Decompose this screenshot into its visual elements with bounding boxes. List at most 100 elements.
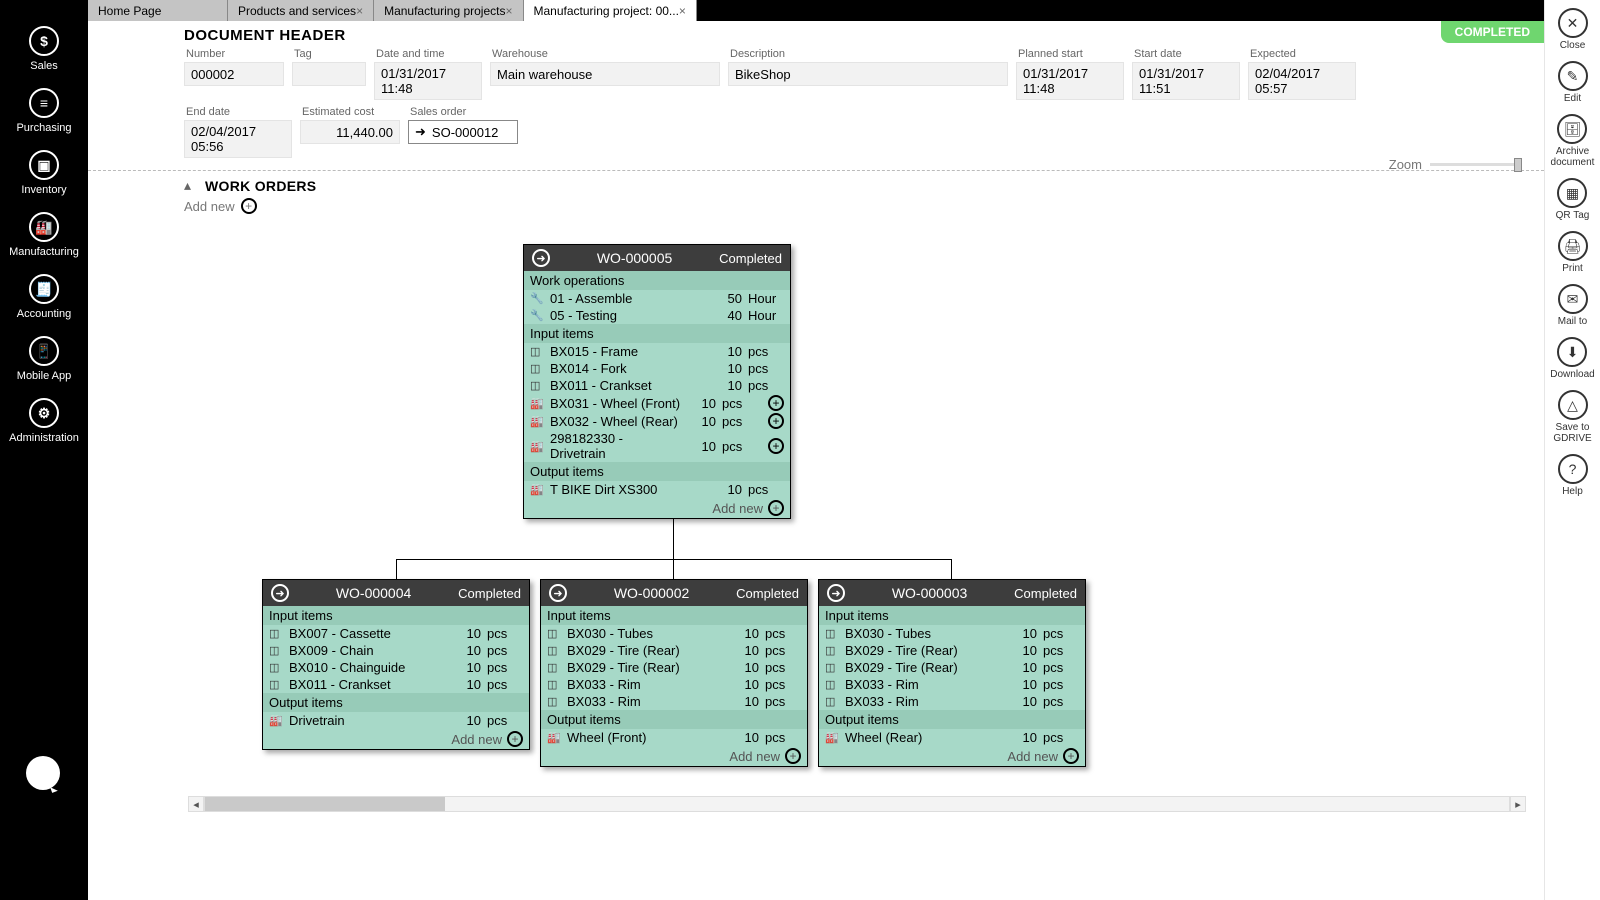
qr-button[interactable]: ▦QR Tag — [1556, 178, 1590, 221]
sidebar-item-purchasing[interactable]: ≡Purchasing — [0, 82, 88, 144]
wo-item-row[interactable]: ◫ BX011 - Crankset 10 pcs — [263, 676, 529, 693]
scroll-thumb[interactable] — [205, 797, 445, 811]
item-type-icon: ◫ — [825, 627, 839, 640]
wo-item-row[interactable]: ◫ BX015 - Frame 10 pcs — [524, 343, 790, 360]
edit-button[interactable]: ✎Edit — [1558, 61, 1588, 104]
close-button[interactable]: ✕Close — [1558, 8, 1588, 51]
mailto-button[interactable]: ✉Mail to — [1558, 284, 1588, 327]
add-new-output[interactable]: Add new+ — [819, 746, 1085, 766]
wo-item-row[interactable]: 🏭 Wheel (Rear) 10 pcs — [819, 729, 1085, 746]
wo-item-row[interactable]: 🔧 05 - Testing 40 Hour — [524, 307, 790, 324]
wo-out-header: Output items — [541, 710, 807, 729]
wo-item-row[interactable]: ◫ BX030 - Tubes 10 pcs — [819, 625, 1085, 642]
description-field[interactable]: BikeShop — [728, 62, 1008, 86]
arrow-right-icon[interactable]: ➜ — [549, 584, 567, 602]
chat-icon[interactable] — [26, 756, 60, 790]
tag-field[interactable] — [292, 62, 366, 86]
item-name: BX030 - Tubes — [845, 626, 1003, 641]
wo-item-row[interactable]: ◫ BX011 - Crankset 10 pcs — [524, 377, 790, 394]
tab-mfg-project-detail[interactable]: Manufacturing project: 00...× — [524, 0, 697, 21]
plus-icon[interactable]: + — [768, 413, 784, 429]
zoom-slider[interactable] — [1430, 163, 1522, 166]
wo-item-row[interactable]: ◫ BX030 - Tubes 10 pcs — [541, 625, 807, 642]
add-work-order[interactable]: Add new + — [88, 198, 1544, 214]
arrow-right-icon[interactable]: ➜ — [271, 584, 289, 602]
wo-item-row[interactable]: ◫ BX029 - Tire (Rear) 10 pcs — [819, 642, 1085, 659]
item-unit: pcs — [1043, 694, 1079, 709]
wo-item-row[interactable]: 🏭 BX031 - Wheel (Front) 10 pcs+ — [524, 394, 790, 412]
download-button[interactable]: ⬇Download — [1550, 337, 1594, 380]
wo-item-row[interactable]: ◫ BX029 - Tire (Rear) 10 pcs — [541, 642, 807, 659]
wo-item-row[interactable]: ◫ BX029 - Tire (Rear) 10 pcs — [541, 659, 807, 676]
item-unit: pcs — [1043, 730, 1079, 745]
wo-item-row[interactable]: ◫ BX014 - Fork 10 pcs — [524, 360, 790, 377]
wo-item-row[interactable]: ◫ BX007 - Cassette 10 pcs — [263, 625, 529, 642]
add-new-output[interactable]: Add new+ — [263, 729, 529, 749]
close-icon[interactable]: × — [679, 4, 686, 18]
wo-item-row[interactable]: 🏭 T BIKE Dirt XS300 10 pcs — [524, 481, 790, 498]
zoom-thumb[interactable] — [1514, 158, 1522, 172]
wo-item-row[interactable]: ◫ BX033 - Rim 10 pcs — [541, 676, 807, 693]
start-date-field[interactable]: 01/31/2017 11:51 — [1132, 62, 1240, 100]
wo-item-row[interactable]: ◫ BX010 - Chainguide 10 pcs — [263, 659, 529, 676]
item-unit: pcs — [748, 361, 784, 376]
sidebar-item-manufacturing[interactable]: 🏭Manufacturing — [0, 206, 88, 268]
plus-icon[interactable]: + — [768, 438, 784, 454]
end-date-field[interactable]: 02/04/2017 05:56 — [184, 120, 292, 158]
wo-item-row[interactable]: ◫ BX033 - Rim 10 pcs — [541, 693, 807, 710]
arrow-right-icon[interactable]: ➜ — [532, 249, 550, 267]
work-order-card-wo3[interactable]: ➜WO-000003Completed Input items ◫ BX030 … — [818, 579, 1086, 767]
field-label: End date — [184, 106, 292, 118]
add-new-output[interactable]: Add new+ — [524, 498, 790, 518]
work-order-card-wo5[interactable]: ➜WO-000005Completed Work operations 🔧 01… — [523, 244, 791, 519]
scroll-track[interactable] — [204, 796, 1510, 812]
scroll-left-icon[interactable]: ◂ — [188, 796, 204, 812]
wo-item-row[interactable]: ◫ BX033 - Rim 10 pcs — [819, 693, 1085, 710]
wo-item-row[interactable]: 🔧 01 - Assemble 50 Hour — [524, 290, 790, 307]
est-cost-field[interactable]: 11,440.00 — [300, 120, 400, 144]
wo-id: WO-000003 — [855, 585, 1004, 601]
work-order-card-wo2[interactable]: ➜WO-000002Completed Input items ◫ BX030 … — [540, 579, 808, 767]
plus-icon[interactable]: + — [768, 395, 784, 411]
wo-item-row[interactable]: ◫ BX033 - Rim 10 pcs — [819, 676, 1085, 693]
wo-item-row[interactable]: 🏭 Wheel (Front) 10 pcs — [541, 729, 807, 746]
sidebar-item-mobile[interactable]: 📱Mobile App — [0, 330, 88, 392]
sidebar-item-sales[interactable]: $Sales — [0, 20, 88, 82]
close-icon[interactable]: × — [356, 4, 363, 18]
number-field[interactable]: 000002 — [184, 62, 284, 86]
pencil-icon: ✎ — [1558, 61, 1588, 91]
collapse-icon[interactable]: ▴ — [184, 177, 191, 194]
wo-in-header: Input items — [541, 606, 807, 625]
datetime-field[interactable]: 01/31/2017 11:48 — [374, 62, 482, 100]
wo-item-row[interactable]: 🏭 BX032 - Wheel (Rear) 10 pcs+ — [524, 412, 790, 430]
add-new-output[interactable]: Add new+ — [541, 746, 807, 766]
help-button[interactable]: ?Help — [1558, 454, 1588, 497]
planned-start-field[interactable]: 01/31/2017 11:48 — [1016, 62, 1124, 100]
sales-order-field[interactable]: ➜SO-000012 — [408, 120, 518, 144]
work-order-card-wo4[interactable]: ➜WO-000004Completed Input items ◫ BX007 … — [262, 579, 530, 750]
sidebar-item-inventory[interactable]: ▣Inventory — [0, 144, 88, 206]
expected-field[interactable]: 02/04/2017 05:57 — [1248, 62, 1356, 100]
tab-products[interactable]: Products and services× — [228, 0, 374, 21]
sidebar-item-accounting[interactable]: 🧾Accounting — [0, 268, 88, 330]
wo-item-row[interactable]: 🏭 Drivetrain 10 pcs — [263, 712, 529, 729]
archive-button[interactable]: 🗄Archive document — [1551, 114, 1595, 168]
warehouse-field[interactable]: Main warehouse — [490, 62, 720, 86]
tab-home[interactable]: Home Page — [88, 0, 228, 21]
wo-item-row[interactable]: ◫ BX009 - Chain 10 pcs — [263, 642, 529, 659]
tab-mfg-projects[interactable]: Manufacturing projects× — [374, 0, 523, 21]
item-unit: pcs — [487, 677, 523, 692]
scroll-right-icon[interactable]: ▸ — [1510, 796, 1526, 812]
wo-status: Completed — [736, 586, 799, 601]
close-icon[interactable]: × — [505, 4, 512, 18]
horizontal-scrollbar[interactable]: ◂ ▸ — [188, 796, 1526, 812]
wo-item-row[interactable]: 🏭 298182330 - Drivetrain 10 pcs+ — [524, 430, 790, 462]
arrow-right-icon[interactable]: ➜ — [827, 584, 845, 602]
sidebar-label: Inventory — [21, 184, 66, 196]
wo-item-row[interactable]: ◫ BX029 - Tire (Rear) 10 pcs — [819, 659, 1085, 676]
ledger-icon: 🧾 — [29, 274, 59, 304]
print-button[interactable]: 🖨Print — [1558, 231, 1588, 274]
save-gdrive-button[interactable]: △Save to GDRIVE — [1553, 390, 1591, 444]
sidebar-item-administration[interactable]: ⚙Administration — [0, 392, 88, 454]
item-name: BX014 - Fork — [550, 361, 708, 376]
